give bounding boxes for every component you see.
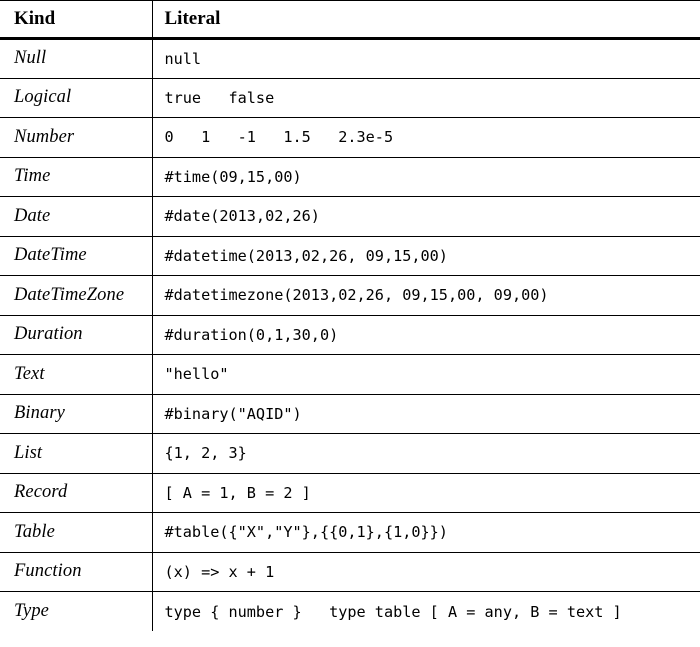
table-header-row: Kind Literal xyxy=(0,0,700,39)
cell-kind: Time xyxy=(0,156,152,197)
cell-kind: Record xyxy=(0,472,152,513)
cell-kind: DateTime xyxy=(0,235,152,276)
cell-literal: #duration(0,1,30,0) xyxy=(151,314,700,355)
table-row: Type type { number } type table [ A = an… xyxy=(0,591,700,631)
cell-kind: Number xyxy=(0,117,152,157)
table-row: Function (x) => x + 1 xyxy=(0,551,700,592)
table-header: Kind Literal xyxy=(0,0,700,39)
table-row: Date #date(2013,02,26) xyxy=(0,196,700,236)
cell-kind: Text xyxy=(0,354,152,394)
cell-kind: Table xyxy=(0,512,152,552)
cell-literal: type { number } type table [ A = any, B … xyxy=(151,591,700,631)
cell-literal: "hello" xyxy=(151,354,700,394)
cell-literal: null xyxy=(151,37,700,78)
cell-literal: {1, 2, 3} xyxy=(151,433,700,473)
table-row: DateTimeZone #datetimezone(2013,02,26, 0… xyxy=(0,275,700,315)
table-row: Record [ A = 1, B = 2 ] xyxy=(0,472,700,513)
cell-kind: Null xyxy=(0,37,152,78)
column-header-literal: Literal xyxy=(151,0,700,39)
table-row: Time #time(09,15,00) xyxy=(0,156,700,197)
literal-kinds-table-container: Kind Literal Null null Logical true fals… xyxy=(0,0,700,631)
cell-literal: 0 1 -1 1.5 2.3e-5 xyxy=(151,117,700,157)
cell-kind: Type xyxy=(0,591,152,631)
table-row: Number 0 1 -1 1.5 2.3e-5 xyxy=(0,117,700,157)
cell-literal: [ A = 1, B = 2 ] xyxy=(151,472,700,513)
table-row: Binary #binary("AQID") xyxy=(0,393,700,434)
cell-kind: Logical xyxy=(0,77,152,118)
table-row: Text "hello" xyxy=(0,354,700,394)
cell-literal: #table({"X","Y"},{{0,1},{1,0}}) xyxy=(151,512,700,552)
cell-literal: #date(2013,02,26) xyxy=(151,196,700,236)
table-row: DateTime #datetime(2013,02,26, 09,15,00) xyxy=(0,235,700,276)
cell-kind: List xyxy=(0,433,152,473)
table-row: Logical true false xyxy=(0,77,700,118)
table-row: Table #table({"X","Y"},{{0,1},{1,0}}) xyxy=(0,512,700,552)
cell-kind: Binary xyxy=(0,393,152,434)
cell-literal: true false xyxy=(151,77,700,118)
cell-literal: #datetimezone(2013,02,26, 09,15,00, 09,0… xyxy=(151,275,700,315)
cell-literal: (x) => x + 1 xyxy=(151,551,700,592)
table-body: Null null Logical true false Number 0 1 … xyxy=(0,37,700,631)
cell-literal: #datetime(2013,02,26, 09,15,00) xyxy=(151,235,700,276)
cell-kind: Duration xyxy=(0,314,152,355)
table-row: Duration #duration(0,1,30,0) xyxy=(0,314,700,355)
column-header-kind: Kind xyxy=(0,0,152,39)
cell-literal: #binary("AQID") xyxy=(151,393,700,434)
cell-kind: DateTimeZone xyxy=(0,275,152,315)
cell-kind: Function xyxy=(0,551,152,592)
cell-kind: Date xyxy=(0,196,152,236)
table-row: Null null xyxy=(0,37,700,78)
cell-literal: #time(09,15,00) xyxy=(151,156,700,197)
table-row: List {1, 2, 3} xyxy=(0,433,700,473)
literal-kinds-table: Kind Literal Null null Logical true fals… xyxy=(0,0,700,631)
